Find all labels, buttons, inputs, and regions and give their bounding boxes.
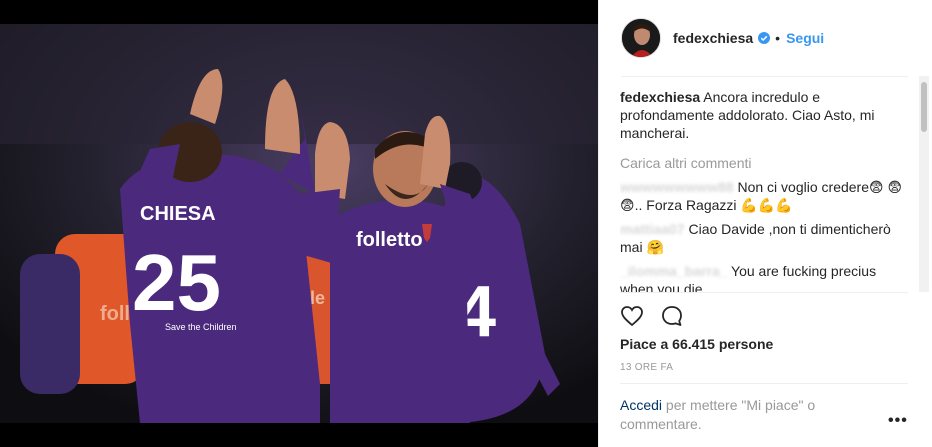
verified-badge-icon: [758, 32, 771, 44]
jersey-sponsor-back: Save the Children: [165, 322, 237, 332]
jersey-sponsor: folletto: [356, 229, 423, 251]
caption: fedexchiesa Ancora incredulo e profondam…: [620, 88, 906, 142]
login-prompt: Accedi per mettere "Mi piace" o commenta…: [620, 396, 860, 434]
comment-username[interactable]: mattiaa07: [620, 221, 685, 237]
comment-username[interactable]: _ilomma_barra_: [620, 263, 727, 279]
comment-bubble-icon[interactable]: [660, 304, 684, 328]
post-header: fedexchiesa • Segui: [599, 0, 932, 76]
jersey-name: CHIESA: [140, 203, 216, 225]
post-media: folle folle 4 CHIESA 25 Save the Childre…: [0, 0, 598, 447]
comments-list[interactable]: fedexchiesa Ancora incredulo e profondam…: [620, 88, 906, 292]
comment-item: wwwwwwwww88 Non ci voglio credere😨 😨😨.. …: [620, 178, 906, 214]
header-username[interactable]: fedexchiesa: [673, 30, 753, 46]
avatar-image: [622, 19, 660, 57]
comment-item: _ilomma_barra_ You are fucking precius w…: [620, 262, 906, 292]
divider: [620, 383, 908, 384]
login-link[interactable]: Accedi: [620, 397, 662, 413]
caption-username[interactable]: fedexchiesa: [620, 89, 700, 105]
more-options-icon[interactable]: •••: [888, 412, 908, 430]
load-more-comments-link[interactable]: Carica altri commenti: [620, 154, 906, 172]
post-timestamp[interactable]: 13 ORE FA: [620, 362, 673, 373]
avatar[interactable]: [621, 18, 661, 58]
header-separator-dot: •: [775, 30, 781, 46]
post-photo[interactable]: folle folle 4 CHIESA 25 Save the Childre…: [0, 24, 598, 423]
divider: [620, 292, 908, 293]
heart-icon[interactable]: [620, 304, 644, 328]
scrollbar-thumb[interactable]: [921, 82, 927, 132]
follow-button[interactable]: Segui: [786, 30, 824, 46]
photo-illustration: folle folle 4 CHIESA 25 Save the Childre…: [0, 24, 598, 423]
comment-username[interactable]: wwwwwwwww88: [620, 179, 734, 195]
comment-item: mattiaa07 Ciao Davide ,non ti dimentiche…: [620, 220, 906, 256]
post-actions: [620, 302, 684, 330]
jersey-number: 25: [132, 238, 221, 327]
divider: [621, 76, 908, 77]
comments-scrollbar[interactable]: [919, 76, 929, 292]
likes-count[interactable]: Piace a 66.415 persone: [620, 336, 773, 352]
